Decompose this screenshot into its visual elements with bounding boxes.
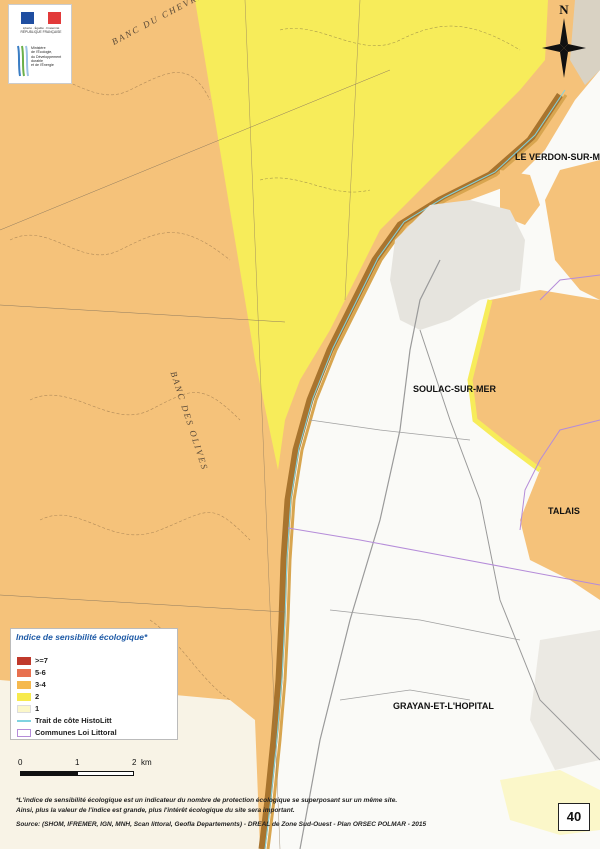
place-label-soulac: SOULAC-SUR-MER xyxy=(413,384,496,394)
place-label-le-verdon: LE VERDON-SUR-MER xyxy=(515,152,600,162)
scale-unit: km xyxy=(141,758,152,767)
footnote-line-2: Ainsi, plus la valeur de l'indice est gr… xyxy=(16,807,295,814)
scale-label-2: 2 xyxy=(132,758,137,767)
legend-line-swatch xyxy=(17,720,31,723)
legend-swatch xyxy=(17,705,31,714)
scale-label-0: 0 xyxy=(18,758,23,767)
legend-label: 2 xyxy=(35,692,40,701)
legend-item: 2 xyxy=(17,692,39,702)
scale-segment xyxy=(77,771,134,776)
place-label-talais: TALAIS xyxy=(548,506,580,516)
place-label-grayan: GRAYAN-ET-L'HOPITAL xyxy=(393,701,494,711)
legend-swatch xyxy=(17,669,31,678)
legend-label: 1 xyxy=(35,704,40,713)
footnotes: *L'indice de sensibilité écologique est … xyxy=(16,796,546,830)
legend-swatch xyxy=(17,681,31,690)
ministry-emblem-icon xyxy=(17,45,29,77)
legend-title: Indice de sensibilité écologique* xyxy=(16,632,148,642)
north-arrow-icon: N xyxy=(542,2,586,78)
north-label: N xyxy=(559,2,569,17)
legend-label: Communes Loi Littoral xyxy=(35,728,117,737)
legend-line-swatch xyxy=(17,729,31,738)
page-number: 40 xyxy=(558,803,590,831)
legend: Indice de sensibilité écologique* >=7 5-… xyxy=(10,628,178,740)
scale-label-1: 1 xyxy=(75,758,80,767)
legend-line-item: Trait de côte HistoLitt xyxy=(17,716,112,726)
legend-label: 3-4 xyxy=(35,680,46,689)
scale-bar: 0 1 2 km xyxy=(15,758,165,784)
legend-label: Trait de côte HistoLitt xyxy=(35,716,112,725)
legend-swatch xyxy=(17,657,31,666)
logo-republic: RÉPUBLIQUE FRANÇAISE xyxy=(20,30,62,34)
logo-ministry: Ministère de l'Écologie, du Développemen… xyxy=(31,46,62,68)
ministry-logo: Liberté · Égalité · Fraternité RÉPUBLIQU… xyxy=(8,4,72,84)
legend-label: 5-6 xyxy=(35,668,46,677)
legend-item: >=7 xyxy=(17,656,48,666)
legend-label: >=7 xyxy=(35,656,48,665)
legend-item: 5-6 xyxy=(17,668,46,678)
legend-line-item: Communes Loi Littoral xyxy=(17,728,117,738)
scale-segment xyxy=(20,771,77,776)
footnote-line-1: *L'indice de sensibilité écologique est … xyxy=(16,797,398,804)
source-line: Source: (SHOM, IFREMER, IGN, MNH, Scan l… xyxy=(16,821,427,828)
legend-item: 3-4 xyxy=(17,680,46,690)
legend-item: 1 xyxy=(17,704,39,714)
french-flag-icon xyxy=(21,12,61,24)
legend-swatch xyxy=(17,693,31,702)
